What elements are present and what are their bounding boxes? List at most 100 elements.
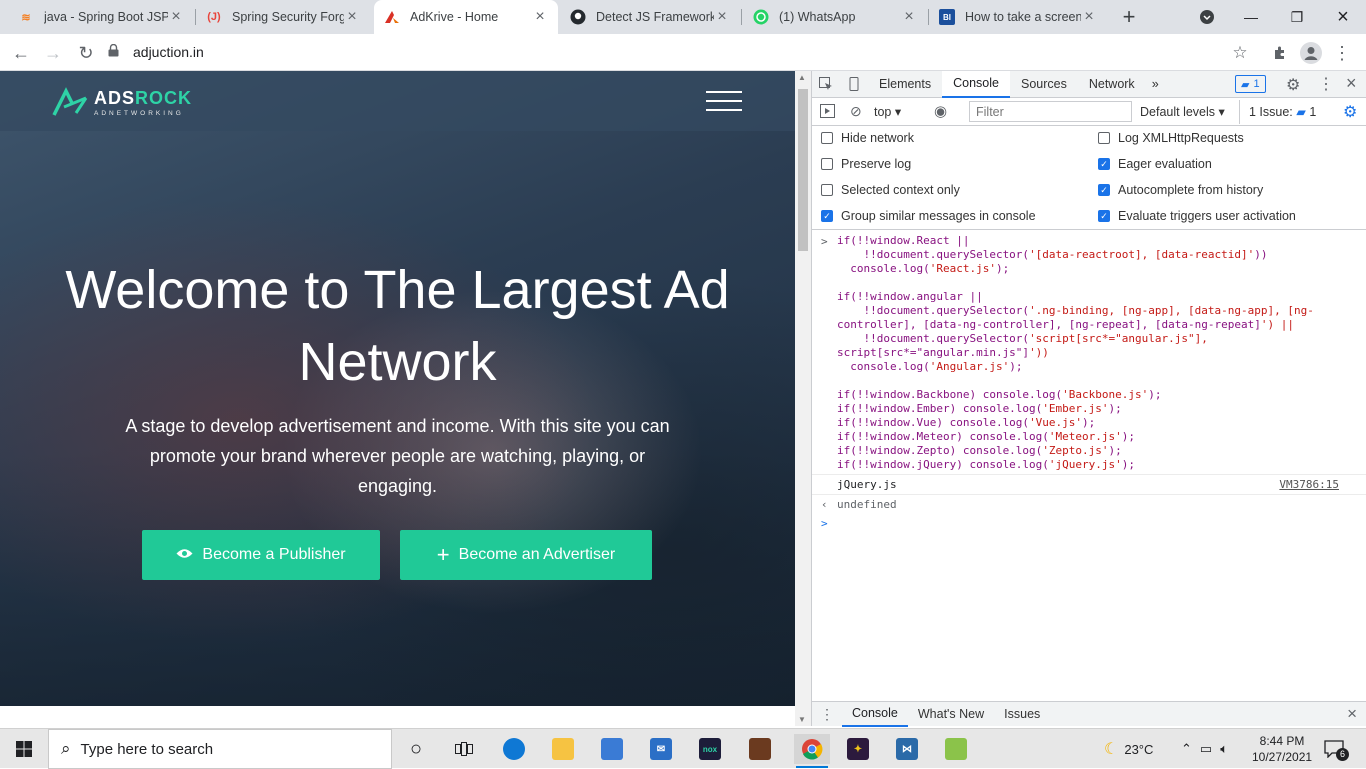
group-similar-checkbox[interactable]: ✓ Group similar messages in console (821, 209, 1036, 223)
restore-button[interactable]: ❐ (1274, 0, 1320, 34)
close-icon[interactable]: × (344, 8, 360, 26)
tab-title: Spring Security Forgot (232, 10, 344, 24)
device-toolbar-icon[interactable] (840, 71, 868, 98)
chrome-icon[interactable] (794, 734, 830, 764)
devtools-menu-icon[interactable]: ⋮ (1318, 74, 1334, 94)
tab-title: AdKrive - Home (410, 10, 499, 24)
devtools-tab-bar: Elements Console Sources Network » ▰ 1 ⚙ … (812, 70, 1366, 98)
drawer-tab-console[interactable]: Console (842, 702, 908, 727)
drawer-menu-icon[interactable]: ⋮ (812, 706, 842, 723)
tab-title: (1) WhatsApp (779, 10, 856, 24)
preserve-log-checkbox[interactable]: Preserve log (821, 157, 911, 171)
become-advertiser-button[interactable]: + Become an Advertiser (400, 530, 652, 580)
minimize-button[interactable]: — (1228, 0, 1274, 34)
tab-search-button[interactable] (1184, 0, 1230, 34)
brand-word-rock: ROCK (135, 87, 193, 108)
tray-icons[interactable]: ⌃ ▭ 🔈︎ (1181, 729, 1228, 769)
console-prompt-row[interactable]: > (812, 514, 1366, 534)
close-icon[interactable]: × (168, 8, 184, 26)
hide-network-checkbox[interactable]: Hide network (821, 131, 914, 145)
hamburger-menu-icon[interactable] (706, 91, 742, 111)
tab-console[interactable]: Console (942, 70, 1010, 98)
setting-label: Hide network (841, 131, 914, 145)
profile-avatar[interactable] (1298, 40, 1324, 66)
bookmark-star-icon[interactable]: ☆ (1227, 40, 1253, 66)
console-settings-icon[interactable]: ⚙ (1343, 102, 1357, 122)
reload-button[interactable]: ↻ (73, 40, 99, 66)
return-value: undefined (837, 498, 897, 511)
lock-icon[interactable] (108, 43, 119, 60)
selected-context-checkbox[interactable]: Selected context only (821, 183, 960, 197)
console-output[interactable]: > if(!!window.React || !!document.queryS… (812, 231, 1366, 701)
chevron-up-icon[interactable]: ⌃ (1181, 741, 1192, 757)
more-tabs-icon[interactable]: » (1146, 71, 1165, 98)
log-source-link[interactable]: VM3786:15 (1279, 475, 1339, 495)
cortana-icon[interactable]: ○ (401, 734, 431, 764)
new-tab-button[interactable]: + (1106, 0, 1152, 34)
browser-tab-5[interactable]: (1) WhatsApp × (743, 0, 927, 34)
devtools-drawer-tabs: ⋮ Console What's New Issues × (812, 701, 1366, 727)
extensions-icon[interactable] (1267, 40, 1293, 66)
site-logo[interactable]: ADSROCK ADNETWORKING (52, 87, 192, 117)
menu-kebab-icon[interactable]: ⋮ (1329, 40, 1355, 66)
drawer-tab-issues[interactable]: Issues (994, 702, 1050, 727)
game-app-icon[interactable] (745, 734, 775, 764)
clear-console-icon[interactable]: ⊘ (850, 103, 862, 120)
close-icon[interactable]: × (1081, 8, 1097, 26)
wand-app-icon[interactable]: ✦ (843, 734, 873, 764)
log-xhr-checkbox[interactable]: Log XMLHttpRequests (1098, 131, 1244, 145)
volume-icon[interactable]: 🔈︎ (1220, 741, 1228, 757)
taskbar-search-box[interactable]: ⌕ Type here to search (48, 729, 392, 769)
notepad-plus-icon[interactable] (941, 734, 971, 764)
sidebar-toggle-icon[interactable] (820, 104, 835, 121)
log-levels-dropdown[interactable]: Default levels ▾ (1140, 104, 1225, 119)
browser-tab-1[interactable]: ≋ java - Spring Boot JSP × (8, 0, 194, 34)
become-publisher-button[interactable]: Become a Publisher (142, 530, 380, 580)
mail-icon[interactable]: ✉ (646, 734, 676, 764)
edge-icon[interactable] (499, 734, 529, 764)
file-explorer-icon[interactable] (548, 734, 578, 764)
inspect-element-icon[interactable] (812, 71, 840, 98)
network-icon[interactable]: ▭ (1200, 741, 1212, 757)
tab-sources[interactable]: Sources (1010, 71, 1078, 98)
windows-start-icon[interactable] (9, 734, 39, 764)
close-icon[interactable]: × (901, 8, 917, 26)
autocomplete-history-checkbox[interactable]: ✓ Autocomplete from history (1098, 183, 1263, 197)
issues-badge[interactable]: ▰ 1 (1235, 75, 1266, 93)
browser-tab-strip: ≋ java - Spring Boot JSP × (J) Spring Se… (0, 0, 1366, 34)
window-close-button[interactable]: × (1320, 0, 1366, 34)
notification-center-icon[interactable]: 6 (1324, 729, 1357, 769)
tab-network[interactable]: Network (1078, 71, 1146, 98)
microsoft-store-icon[interactable] (597, 734, 627, 764)
forward-button[interactable]: → (40, 40, 66, 66)
filter-placeholder: Filter (976, 105, 1004, 119)
live-expression-eye-icon[interactable]: ◉ (934, 102, 947, 120)
browser-tab-4[interactable]: Detect JS Framework u × (560, 0, 740, 34)
tab-title: How to take a screens (965, 10, 1081, 24)
eager-evaluation-checkbox[interactable]: ✓ Eager evaluation (1098, 157, 1212, 171)
evaluate-triggers-checkbox[interactable]: ✓ Evaluate triggers user activation (1098, 209, 1296, 223)
context-selector[interactable]: top ▾ (874, 104, 901, 119)
clock[interactable]: 8:44 PM 10/27/2021 (1252, 729, 1312, 769)
back-button[interactable]: ← (8, 40, 34, 66)
weather-widget[interactable]: ☾ 23°C (1104, 729, 1153, 769)
console-code-block: if(!!window.React || !!document.querySel… (837, 234, 1337, 472)
devtools-settings-icon[interactable]: ⚙ (1286, 75, 1300, 95)
drawer-close-icon[interactable]: × (1347, 704, 1357, 724)
address-bar[interactable]: adjuction.in (108, 38, 1258, 66)
tab-elements[interactable]: Elements (868, 71, 942, 98)
browser-tab-6[interactable]: BI How to take a screens × (929, 0, 1107, 34)
drawer-tab-whats-new[interactable]: What's New (908, 702, 994, 727)
scrollbar-thumb[interactable] (798, 89, 808, 251)
vscode-icon[interactable]: ⋈ (892, 734, 922, 764)
browser-tab-3[interactable]: AdKrive - Home × (374, 0, 558, 34)
close-icon[interactable]: × (532, 8, 548, 26)
close-icon[interactable]: × (714, 8, 730, 26)
page-scrollbar[interactable]: ▲ ▼ (795, 71, 811, 726)
nox-icon[interactable]: nox (695, 734, 725, 764)
devtools-close-icon[interactable]: × (1346, 73, 1357, 94)
browser-tab-2[interactable]: (J) Spring Security Forgot × (196, 0, 370, 34)
issues-counter[interactable]: 1 Issue: ▰ 1 (1249, 104, 1316, 119)
task-view-icon[interactable] (449, 734, 479, 764)
console-filter-input[interactable]: Filter (969, 101, 1132, 122)
